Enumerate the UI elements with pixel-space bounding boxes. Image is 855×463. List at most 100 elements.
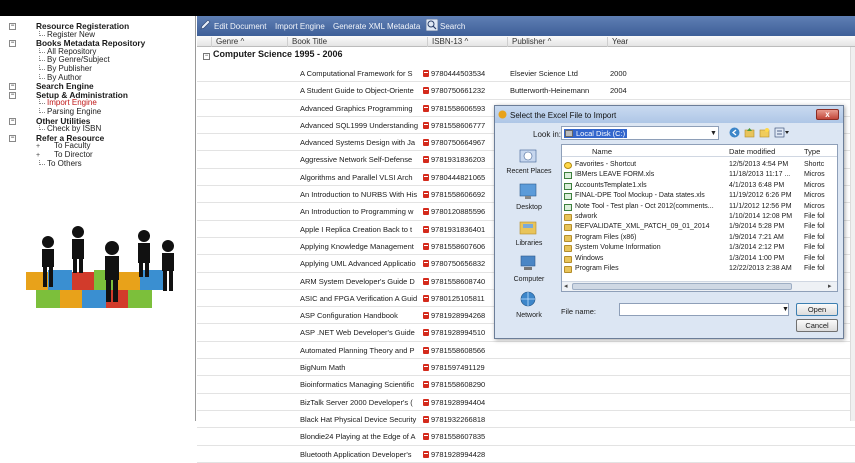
file-name-cell: sdwork [575, 212, 598, 220]
sidebar-item-books-metadata-repository[interactable]: − Books Metadata Repository [6, 39, 196, 48]
sidebar-item-to-faculty[interactable]: + To Faculty [6, 142, 196, 151]
pdf-icon[interactable] [423, 87, 429, 95]
collapse-icon[interactable]: − [9, 23, 16, 30]
expand-icon[interactable]: + [36, 143, 40, 150]
book-title-cell: Applying Knowledge Management [300, 241, 414, 251]
scroll-right-icon[interactable]: ▸ [828, 282, 832, 290]
file-date-cell: 1/9/2014 5:28 PM [729, 223, 785, 231]
cancel-button[interactable]: Cancel [796, 319, 838, 332]
import-engine-button[interactable]: Import Engine [275, 22, 325, 31]
pdf-icon[interactable] [423, 260, 429, 268]
group-collapse-toggle[interactable]: − [203, 53, 210, 60]
file-row[interactable]: FINAL-DPE Tool Mockup - Data states.xls 1… [562, 191, 837, 201]
table-row[interactable]: Black Hat Physical Device Security 978193… [197, 411, 855, 429]
file-row[interactable]: sdwork 1/10/2014 12:08 PM File fol [562, 212, 837, 222]
table-row[interactable]: Bluetooth Application Developer's 9781928… [197, 446, 855, 463]
view-menu-icon[interactable] [774, 127, 790, 138]
pdf-icon[interactable] [423, 381, 429, 389]
file-row[interactable]: IBMers LEAVE FORM.xls 11/18/2013 11:17 ..… [562, 170, 837, 180]
look-in-select[interactable]: Local Disk (C:) ▼ [561, 126, 719, 140]
date-column-header[interactable]: Date modified [729, 147, 775, 156]
type-column-header[interactable]: Type [804, 147, 820, 156]
pdf-icon[interactable] [423, 173, 429, 181]
up-folder-icon[interactable] [744, 127, 755, 138]
file-row[interactable]: Program Files (x86) 1/9/2014 7:21 AM File … [562, 233, 837, 243]
expand-icon[interactable]: + [36, 152, 40, 159]
tree-connector [39, 159, 45, 165]
new-folder-icon[interactable] [759, 127, 770, 138]
name-column-header[interactable]: Name [592, 147, 612, 156]
file-name-input[interactable]: ▼ [619, 303, 789, 316]
scroll-thumb[interactable] [572, 283, 792, 290]
toolbar: Edit Document Import Engine Generate XML… [197, 16, 855, 36]
pdf-icon[interactable] [423, 70, 429, 77]
collapse-icon[interactable]: − [9, 134, 16, 142]
collapse-icon[interactable]: − [9, 83, 16, 91]
pdf-icon[interactable] [423, 415, 429, 423]
file-type-cell: File fol [804, 212, 825, 220]
pdf-icon[interactable] [423, 312, 429, 320]
table-row[interactable]: A Computational Framework for S 978044450… [197, 65, 855, 83]
dialog-title: Select the Excel File to Import [510, 111, 617, 120]
table-row[interactable]: A Student Guide to Object-Oriente 9780750… [197, 82, 855, 100]
file-row[interactable]: Program Files 12/22/2013 2:38 AM File fol [562, 264, 837, 274]
sidebar-item-by-author[interactable]: By Author [6, 73, 196, 83]
sidebar-item-setup-administration[interactable]: − Setup & Administration [6, 90, 196, 100]
chevron-down-icon[interactable]: ▼ [782, 306, 789, 313]
pdf-icon[interactable] [423, 208, 429, 216]
genre-column-header[interactable]: Genre ^ [211, 37, 291, 47]
year-column-header[interactable]: Year [607, 37, 855, 47]
pdf-icon[interactable] [423, 225, 429, 233]
sidebar-item-by-publisher[interactable]: By Publisher [6, 64, 196, 74]
file-row[interactable]: System Volume Information 1/3/2014 2:12 P… [562, 243, 837, 253]
isbn-cell: 9781558606777 [431, 120, 486, 130]
scroll-left-icon[interactable]: ◂ [564, 282, 568, 290]
file-row[interactable]: Note Tool - Test plan - Oct 2012(comment… [562, 202, 837, 212]
table-row[interactable]: BizTalk Server 2000 Developer's (9781928… [197, 394, 855, 411]
sidebar-item-by-genre-subject[interactable]: By Genre/Subject [6, 56, 196, 65]
pdf-icon[interactable] [423, 346, 429, 354]
publisher-column-header[interactable]: Publisher ^ [507, 37, 607, 47]
edit-document-button[interactable]: Edit Document [214, 22, 266, 31]
title-column-header[interactable]: Book Title [287, 37, 427, 47]
file-row[interactable]: Favorites - Shortcut 12/5/2013 4:54 PM Sho… [562, 160, 837, 170]
file-list-hscrollbar[interactable]: ◂ ▸ [562, 281, 837, 291]
generate-xml-button[interactable]: Generate XML Metadata [333, 22, 420, 31]
pdf-icon[interactable] [423, 450, 429, 458]
pdf-icon[interactable] [423, 242, 429, 250]
sidebar-item-to-others[interactable]: To Others [6, 159, 196, 169]
tree-connector [39, 47, 45, 53]
pdf-icon[interactable] [423, 121, 429, 129]
sidebar-item-parsing-engine[interactable]: Parsing Engine [6, 107, 196, 117]
table-row[interactable]: Bioinformatics Managing Scientific 978155… [197, 376, 855, 394]
file-row[interactable]: Windows 1/3/2014 1:00 PM File fol [562, 254, 837, 264]
table-row[interactable]: Blondie24 Playing at the Edge of A 978155… [197, 428, 855, 446]
pdf-icon[interactable] [423, 398, 429, 406]
pdf-icon[interactable] [423, 139, 429, 147]
table-row[interactable]: BigNum Math 9781597491129 [197, 359, 855, 377]
open-button[interactable]: Open [796, 303, 838, 316]
file-row[interactable]: REFVALIDATE_XML_PATCH_09_01_2014 1/9/2014… [562, 222, 837, 232]
pdf-icon[interactable] [423, 329, 429, 337]
back-icon[interactable] [729, 127, 740, 138]
grid-scrollbar[interactable] [850, 47, 855, 421]
pdf-icon[interactable] [423, 294, 429, 302]
sidebar-item-resource-registeration[interactable]: − Resource Registeration [6, 22, 196, 31]
pdf-icon[interactable] [423, 156, 429, 164]
book-title-cell: Bioinformatics Managing Scientific [300, 380, 415, 390]
collapse-icon[interactable]: − [9, 91, 16, 99]
search-button[interactable]: Search [440, 22, 465, 31]
dialog-close-button[interactable]: x [816, 109, 839, 120]
sidebar-item-to-director[interactable]: + To Director [6, 150, 196, 160]
table-row[interactable]: Automated Planning Theory and P 978155860… [197, 342, 855, 360]
pdf-icon[interactable] [423, 104, 429, 112]
isbn-column-header[interactable]: ISBN-13 ^ [427, 37, 507, 47]
pdf-icon[interactable] [423, 277, 429, 285]
collapse-icon[interactable]: − [9, 40, 16, 48]
pdf-icon[interactable] [423, 364, 429, 372]
file-row[interactable]: AccountsTemplate1.xls 4/1/2013 6:48 PM Mic… [562, 181, 837, 191]
pdf-icon[interactable] [423, 191, 429, 199]
collapse-icon[interactable]: − [9, 117, 16, 125]
pdf-icon[interactable] [423, 433, 429, 441]
sidebar-item-refer-a-resource[interactable]: − Refer a Resource [6, 133, 196, 143]
